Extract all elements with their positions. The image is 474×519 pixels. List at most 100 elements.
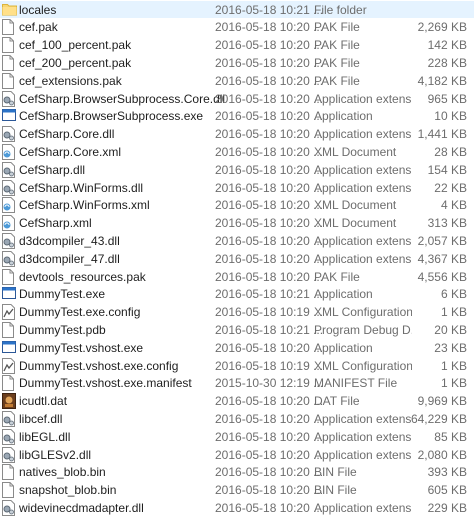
file-size: 22 KB xyxy=(434,180,467,195)
file-type: Application extens... xyxy=(314,127,412,142)
file-size: 4 KB xyxy=(440,198,467,213)
file-row[interactable]: libGLESv2.dll 2016-05-18 10:20 ... Applica… xyxy=(0,446,474,464)
file-row[interactable]: cef_extensions.pak 2016-05-18 10:20 ... PA… xyxy=(0,72,474,90)
xml-icon xyxy=(2,197,16,214)
dll-icon xyxy=(2,90,16,107)
file-type: Application extens... xyxy=(314,447,412,462)
file-type: BIN File xyxy=(314,465,357,480)
dll-icon xyxy=(2,410,16,427)
file-name: natives_blob.bin xyxy=(19,465,106,480)
dll-icon xyxy=(2,250,16,267)
file-row[interactable]: CefSharp.BrowserSubprocess.Core.dll 2016-… xyxy=(0,90,474,108)
file-size: 142 KB xyxy=(427,38,467,53)
file-type: Application extens... xyxy=(314,233,412,248)
file-size: 28 KB xyxy=(434,144,467,159)
exe-icon xyxy=(2,108,16,124)
file-date-modified: 2016-05-18 10:20 ... xyxy=(215,55,324,70)
file-type: Application xyxy=(314,287,373,302)
file-row[interactable]: DummyTest.vshost.exe.config 2016-05-18 10… xyxy=(0,357,474,375)
file-name: widevinecdmadapter.dll xyxy=(19,500,144,515)
file-date-modified: 2016-05-18 10:20 ... xyxy=(215,429,324,444)
file-row[interactable]: CefSharp.xml 2016-05-18 10:20 ... XML Docu… xyxy=(0,214,474,232)
file-row[interactable]: DummyTest.exe.config 2016-05-18 10:19 ...… xyxy=(0,303,474,321)
file-size: 965 KB xyxy=(427,91,467,106)
dll-icon xyxy=(2,161,16,178)
file-type: PAK File xyxy=(314,20,360,35)
file-row[interactable]: CefSharp.WinForms.dll 2016-05-18 10:20 ..… xyxy=(0,179,474,197)
file-row[interactable]: CefSharp.dll 2016-05-18 10:20 ... Applicat… xyxy=(0,161,474,179)
file-type: PAK File xyxy=(314,269,360,284)
file-row[interactable]: CefSharp.Core.xml 2016-05-18 10:20 ... XML… xyxy=(0,143,474,161)
file-row[interactable]: snapshot_blob.bin 2016-05-18 10:20 ... BIN… xyxy=(0,481,474,499)
file-size: 313 KB xyxy=(427,216,467,231)
file-row[interactable]: CefSharp.BrowserSubprocess.exe 2016-05-18… xyxy=(0,107,474,125)
file-name: cef_extensions.pak xyxy=(19,73,122,88)
file-size: 6 KB xyxy=(440,287,467,302)
file-row[interactable]: devtools_resources.pak 2016-05-18 10:20 .… xyxy=(0,268,474,286)
file-type: Application extens... xyxy=(314,91,412,106)
file-icon xyxy=(2,54,16,71)
file-size: 64,229 KB xyxy=(410,411,467,426)
file-type: PAK File xyxy=(314,73,360,88)
file-name: CefSharp.dll xyxy=(19,162,86,177)
file-type: Program Debug D... xyxy=(314,322,412,337)
file-name: CefSharp.Core.dll xyxy=(19,127,115,142)
file-row[interactable]: CefSharp.Core.dll 2016-05-18 10:20 ... App… xyxy=(0,125,474,143)
dll-icon xyxy=(2,126,16,143)
file-row[interactable]: DummyTest.vshost.exe 2016-05-18 10:20 ...… xyxy=(0,339,474,357)
file-date-modified: 2016-05-18 10:20 ... xyxy=(215,162,324,177)
file-name: locales xyxy=(19,2,57,17)
file-date-modified: 2016-05-18 10:20 ... xyxy=(215,483,324,498)
file-date-modified: 2016-05-18 10:20 ... xyxy=(215,73,324,88)
file-type: Application extens... xyxy=(314,429,412,444)
file-icon xyxy=(2,482,16,499)
file-size: 10 KB xyxy=(434,109,467,124)
file-date-modified: 2016-05-18 10:20 ... xyxy=(215,500,324,515)
exe-icon xyxy=(2,286,16,302)
file-row[interactable]: libEGL.dll 2016-05-18 10:20 ... Applicatio… xyxy=(0,428,474,446)
file-size: 229 KB xyxy=(427,500,467,515)
file-row[interactable]: DummyTest.exe 2016-05-18 10:21 ... Applica… xyxy=(0,285,474,303)
file-date-modified: 2016-05-18 10:20 ... xyxy=(215,127,324,142)
file-type: XML Configuration... xyxy=(314,305,412,320)
file-row[interactable]: widevinecdmadapter.dll 2016-05-18 10:20 .… xyxy=(0,499,474,517)
file-row[interactable]: d3dcompiler_47.dll 2016-05-18 10:20 ... Ap… xyxy=(0,250,474,268)
file-row[interactable]: cef.pak 2016-05-18 10:20 ... PAK File 2,269… xyxy=(0,18,474,36)
dll-icon xyxy=(2,499,16,516)
file-size: 393 KB xyxy=(427,465,467,480)
file-type: File folder xyxy=(314,2,367,17)
file-row[interactable]: DummyTest.vshost.exe.manifest 2015-10-30 … xyxy=(0,374,474,392)
file-row[interactable]: cef_100_percent.pak 2016-05-18 10:20 ... P… xyxy=(0,36,474,54)
file-row[interactable]: libcef.dll 2016-05-18 10:20 ... Applicatio… xyxy=(0,410,474,428)
dll-icon xyxy=(2,428,16,445)
file-date-modified: 2016-05-18 10:20 ... xyxy=(215,198,324,213)
file-type: PAK File xyxy=(314,55,360,70)
file-size: 23 KB xyxy=(434,340,467,355)
file-size: 1 KB xyxy=(440,376,467,391)
file-date-modified: 2016-05-18 10:20 ... xyxy=(215,465,324,480)
file-size: 20 KB xyxy=(434,322,467,337)
file-icon xyxy=(2,375,16,392)
file-icon xyxy=(2,268,16,285)
file-date-modified: 2016-05-18 10:20 ... xyxy=(215,216,324,231)
file-name: libcef.dll xyxy=(19,411,63,426)
dll-icon xyxy=(2,232,16,249)
file-row[interactable]: locales 2016-05-18 10:21 ... File folder xyxy=(0,0,474,19)
file-row[interactable]: cef_200_percent.pak 2016-05-18 10:20 ... P… xyxy=(0,54,474,72)
file-type: MANIFEST File xyxy=(314,376,398,391)
file-name: DummyTest.exe xyxy=(19,287,106,302)
file-name: libGLESv2.dll xyxy=(19,447,92,462)
file-type: Application extens... xyxy=(314,162,412,177)
config-icon xyxy=(2,304,16,321)
file-row[interactable]: d3dcompiler_43.dll 2016-05-18 10:20 ... Ap… xyxy=(0,232,474,250)
file-name: devtools_resources.pak xyxy=(19,269,146,284)
file-row[interactable]: icudtl.dat 2016-05-18 10:20 ... DAT File 9,… xyxy=(0,392,474,410)
file-size: 85 KB xyxy=(434,429,467,444)
file-row[interactable]: CefSharp.WinForms.xml 2016-05-18 10:20 ..… xyxy=(0,196,474,214)
file-row[interactable]: DummyTest.pdb 2016-05-18 10:21 ... Program… xyxy=(0,321,474,339)
file-row[interactable]: natives_blob.bin 2016-05-18 10:20 ... BIN … xyxy=(0,463,474,481)
file-date-modified: 2016-05-18 10:20 ... xyxy=(215,180,324,195)
file-type: XML Configuration... xyxy=(314,358,412,373)
file-size: 154 KB xyxy=(427,162,467,177)
file-name: CefSharp.xml xyxy=(19,216,92,231)
